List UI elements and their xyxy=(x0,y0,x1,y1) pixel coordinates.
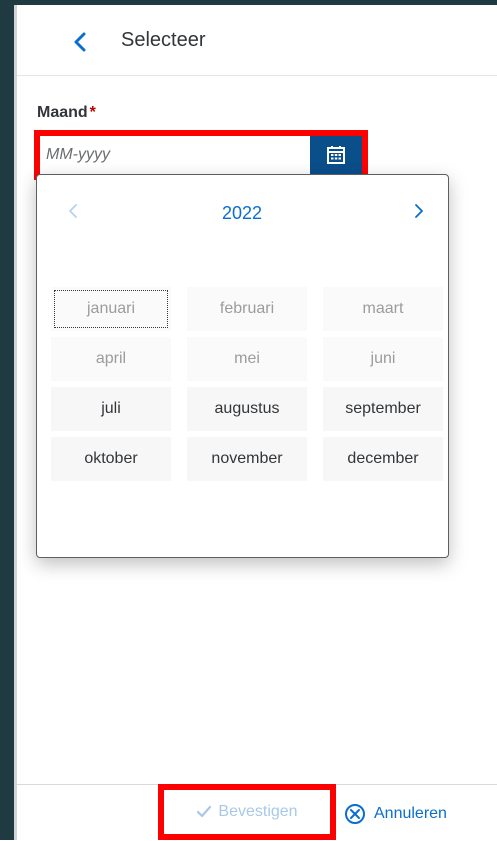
month-september[interactable]: september xyxy=(323,387,443,431)
month-picker-popover: 2022 januari februari maart april mei ju… xyxy=(36,174,449,558)
month-maart[interactable]: maart xyxy=(323,287,443,331)
month-februari[interactable]: februari xyxy=(187,287,307,331)
dialog-header: Selecteer xyxy=(17,5,497,76)
chevron-left-icon xyxy=(69,204,77,218)
month-augustus[interactable]: augustus xyxy=(187,387,307,431)
month-label-text: Maand xyxy=(37,104,88,121)
confirm-button[interactable]: Bevestigen xyxy=(158,784,336,840)
dialog-title: Selecteer xyxy=(121,29,206,51)
next-year-button[interactable] xyxy=(407,197,431,225)
month-juli[interactable]: juli xyxy=(51,387,171,431)
checkmark-icon xyxy=(196,805,212,819)
window-left-inner-edge xyxy=(14,5,17,840)
month-januari[interactable]: januari xyxy=(51,287,171,331)
back-button[interactable] xyxy=(65,25,95,59)
month-input-wrapper xyxy=(34,130,368,180)
chevron-right-icon xyxy=(415,204,423,218)
year-button[interactable]: 2022 xyxy=(197,199,287,227)
calendar-icon xyxy=(327,146,345,164)
previous-year-button[interactable] xyxy=(61,197,85,225)
month-mei[interactable]: mei xyxy=(187,337,307,381)
month-field-label: Maand * xyxy=(37,104,96,122)
required-marker: * xyxy=(89,104,96,121)
confirm-button-label: Bevestigen xyxy=(218,803,298,820)
circle-x-icon xyxy=(344,803,366,825)
month-april[interactable]: april xyxy=(51,337,171,381)
chevron-left-icon xyxy=(74,32,86,52)
month-juni[interactable]: juni xyxy=(323,337,443,381)
month-november[interactable]: november xyxy=(187,437,307,481)
dialog-frame: Selecteer Maand * MM-yyyy 2022 januari f… xyxy=(0,0,497,841)
month-oktober[interactable]: oktober xyxy=(51,437,171,481)
month-december[interactable]: december xyxy=(323,437,443,481)
cancel-button-label: Annuleren xyxy=(374,805,447,822)
month-input[interactable] xyxy=(40,136,308,174)
window-left-border xyxy=(0,0,14,840)
calendar-button[interactable] xyxy=(310,136,362,174)
cancel-button[interactable]: Annuleren xyxy=(344,797,447,831)
